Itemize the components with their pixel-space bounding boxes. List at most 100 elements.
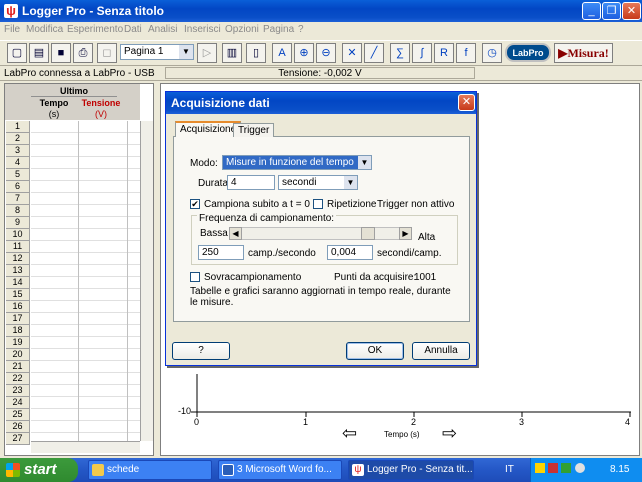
menu-pagina[interactable]: Pagina	[263, 24, 294, 35]
table-row[interactable]	[31, 276, 140, 277]
tray-icon[interactable]	[561, 463, 571, 473]
language-indicator[interactable]: IT	[505, 464, 514, 475]
tab-trigger[interactable]: Trigger	[233, 123, 275, 137]
page-select[interactable]: Pagina 1 ▼	[120, 44, 194, 60]
menu-modifica[interactable]: Modifica	[26, 24, 63, 35]
scroll-left-arrow-icon[interactable]: ⇦	[342, 423, 357, 444]
table-row-number[interactable]: 26	[6, 421, 30, 433]
table-row-number[interactable]: 2	[6, 133, 30, 145]
curve-fit-icon[interactable]: f	[456, 43, 476, 63]
table-row-number[interactable]: 23	[6, 385, 30, 397]
taskbar-item-logger-pro[interactable]: ψ Logger Pro - Senza tit...	[348, 460, 474, 480]
ripetizione-checkbox[interactable]	[313, 199, 323, 209]
table-row[interactable]	[31, 288, 140, 289]
zoom-in-icon[interactable]: ⊕	[294, 43, 314, 63]
page-prev-icon[interactable]: ◻	[97, 43, 117, 63]
table-row[interactable]	[31, 240, 140, 241]
interval-input[interactable]: 0,004	[327, 245, 373, 260]
table-row[interactable]	[31, 216, 140, 217]
cancel-button[interactable]: Annulla	[412, 342, 470, 360]
table-row[interactable]	[31, 432, 140, 433]
collect-button[interactable]: ▶Misura!	[554, 43, 613, 63]
integral-icon[interactable]: ∫	[412, 43, 432, 63]
volume-icon[interactable]	[575, 463, 585, 473]
table-row[interactable]	[31, 252, 140, 253]
table-row[interactable]	[31, 300, 140, 301]
table-row-number[interactable]: 20	[6, 349, 30, 361]
menu-esperimento[interactable]: Esperimento	[67, 24, 123, 35]
table-row-number[interactable]: 27	[6, 433, 30, 445]
dialog-titlebar[interactable]: Acquisizione dati	[166, 92, 476, 114]
sovracampionamento-checkbox[interactable]	[190, 272, 200, 282]
table-row[interactable]	[31, 312, 140, 313]
taskbar-item-word[interactable]: 3 Microsoft Word fo...	[218, 460, 342, 480]
slider-right-arrow-icon[interactable]: ▶	[399, 227, 412, 240]
table-row-number[interactable]: 10	[6, 229, 30, 241]
autoscale-icon[interactable]: A	[272, 43, 292, 63]
table-row[interactable]	[31, 264, 140, 265]
data-browser-icon[interactable]: ▥	[222, 43, 242, 63]
new-file-icon[interactable]: ▢	[7, 43, 27, 63]
ok-button[interactable]: OK	[346, 342, 404, 360]
table-row-number[interactable]: 16	[6, 301, 30, 313]
campiona-checkbox[interactable]: ✔	[190, 199, 200, 209]
table-row[interactable]	[31, 420, 140, 421]
table-row[interactable]	[31, 324, 140, 325]
table-row-number[interactable]: 4	[6, 157, 30, 169]
table-row-number[interactable]: 1	[6, 121, 30, 133]
print-icon[interactable]: ⎙	[73, 43, 93, 63]
labpro-button[interactable]: LabPro	[505, 43, 551, 62]
table-row-number[interactable]: 25	[6, 409, 30, 421]
table-row-number[interactable]: 13	[6, 265, 30, 277]
x-axis-label[interactable]: Tempo (s)	[384, 430, 420, 439]
table-row-number[interactable]: 18	[6, 325, 30, 337]
table-horizontal-scrollbar[interactable]	[31, 441, 140, 453]
table-row-number[interactable]: 6	[6, 181, 30, 193]
table-row[interactable]	[31, 144, 140, 145]
table-row[interactable]	[31, 156, 140, 157]
table-row[interactable]	[31, 132, 140, 133]
app-icon[interactable]: ψ	[4, 4, 18, 18]
open-folder-icon[interactable]: ▤	[29, 43, 49, 63]
table-row[interactable]	[31, 336, 140, 337]
table-row-number[interactable]: 19	[6, 337, 30, 349]
collect-settings-icon[interactable]: ◷	[482, 43, 502, 63]
table-row[interactable]	[31, 204, 140, 205]
rate-input[interactable]: 250	[198, 245, 244, 260]
table-row-number[interactable]: 11	[6, 241, 30, 253]
statistics-icon[interactable]: ∑	[390, 43, 410, 63]
column-tensione-name[interactable]: Tensione	[77, 98, 125, 108]
table-row[interactable]	[31, 408, 140, 409]
table-row[interactable]	[31, 192, 140, 193]
table-row[interactable]	[31, 180, 140, 181]
meter-icon[interactable]: ▯	[246, 43, 266, 63]
tray-icon[interactable]	[548, 463, 558, 473]
help-button[interactable]: ?	[172, 342, 230, 360]
table-vertical-scrollbar[interactable]	[140, 121, 153, 441]
table-row[interactable]	[31, 348, 140, 349]
durata-unit-select[interactable]: secondi ▼	[278, 175, 358, 190]
taskbar-item-schede[interactable]: schede	[88, 460, 212, 480]
save-icon[interactable]: ■	[51, 43, 71, 63]
table-row[interactable]	[31, 384, 140, 385]
table-row-number[interactable]: 9	[6, 217, 30, 229]
table-row-number[interactable]: 22	[6, 373, 30, 385]
menu-analisi[interactable]: Analisi	[148, 24, 177, 35]
menu-dati[interactable]: Dati	[124, 24, 142, 35]
modo-select[interactable]: Misure in funzione del tempo ▼	[222, 155, 372, 170]
menu-file[interactable]: File	[4, 24, 20, 35]
table-row-number[interactable]: 3	[6, 145, 30, 157]
table-row[interactable]	[31, 396, 140, 397]
column-tempo-name[interactable]: Tempo	[31, 98, 77, 108]
window-titlebar[interactable]: Logger Pro - Senza titolo	[0, 0, 642, 22]
slider-thumb[interactable]	[361, 227, 375, 240]
tangent-icon[interactable]: ╱	[364, 43, 384, 63]
table-row[interactable]	[31, 228, 140, 229]
tray-icon[interactable]	[535, 463, 545, 473]
table-row-number[interactable]: 8	[6, 205, 30, 217]
table-row-number[interactable]: 15	[6, 289, 30, 301]
table-row[interactable]	[31, 372, 140, 373]
table-row-number[interactable]: 7	[6, 193, 30, 205]
menu-opzioni[interactable]: Opzioni	[225, 24, 259, 35]
table-row-number[interactable]: 17	[6, 313, 30, 325]
